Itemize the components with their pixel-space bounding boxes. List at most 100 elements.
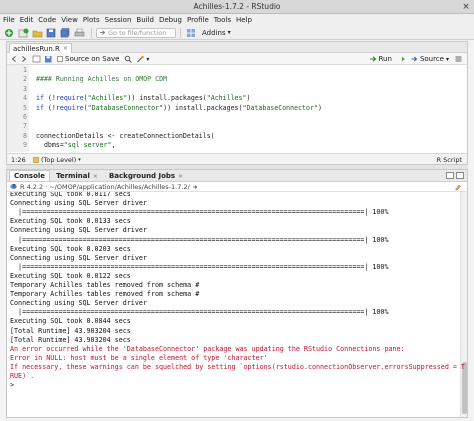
window-title: Achilles-1.7.2 - RStudio — [193, 2, 281, 11]
scope-icon — [33, 157, 39, 163]
pane-controls — [444, 172, 464, 179]
close-icon[interactable]: × — [178, 173, 183, 180]
source-button[interactable]: Source ▾ — [410, 55, 449, 63]
tab-background-jobs[interactable]: Background Jobs × — [104, 170, 188, 181]
save-icon[interactable] — [44, 55, 53, 63]
console-line: |=======================================… — [10, 308, 389, 317]
tab-terminal[interactable]: Terminal × — [51, 170, 103, 181]
code-text: if (!require("DatabaseConnector")) insta… — [36, 104, 322, 113]
console-error-line: An error occurred while the 'DatabaseCon… — [10, 344, 405, 353]
code-token: if — [36, 94, 44, 103]
code-token: "DatabaseConnector" — [87, 103, 164, 112]
editor-file-tab[interactable]: achillesRun.R × — [9, 43, 72, 53]
menu-edit[interactable]: Edit — [20, 16, 34, 24]
menu-file[interactable]: File — [3, 16, 15, 24]
print-icon[interactable] — [73, 27, 85, 38]
menu-debug[interactable]: Debug — [159, 16, 182, 24]
goto-file-input[interactable]: Go to file/function — [96, 27, 176, 38]
toolbar-separator — [180, 27, 181, 38]
code-token: "DatabaseConnector" — [242, 103, 318, 112]
grid-icon[interactable] — [185, 27, 197, 38]
go-to-directory-icon[interactable] — [192, 184, 198, 190]
menu-build[interactable]: Build — [136, 16, 154, 24]
window-close-button[interactable]: × — [461, 2, 471, 12]
console-line: Connecting using SQL Server driver — [10, 253, 147, 262]
code-text: if (!require("Achilles")) install.packag… — [36, 94, 250, 103]
console-line: Executing SQL took 0.0203 secs — [10, 244, 131, 253]
new-project-icon[interactable] — [17, 27, 29, 38]
line-number: 6 — [23, 113, 27, 121]
code-token: require — [55, 94, 84, 103]
code-token: )) install.packages( — [163, 103, 243, 112]
menu-code[interactable]: Code — [38, 16, 56, 24]
console-line: Executing SQL took 0.0122 secs — [10, 271, 131, 280]
line-number: 4 — [23, 94, 27, 103]
search-icon[interactable] — [124, 55, 133, 63]
code-token: if — [36, 103, 44, 112]
code-token: "Achilles" — [206, 94, 247, 103]
menu-tools[interactable]: Tools — [214, 16, 231, 24]
console-line: Temporary Achilles tables removed from s… — [10, 290, 200, 299]
code-token: "sql server" — [63, 141, 112, 150]
forward-arrow-icon[interactable] — [20, 55, 28, 63]
menu-session[interactable]: Session — [105, 16, 132, 24]
tab-label: Terminal — [56, 172, 90, 180]
source-on-save-label: Source on Save — [65, 55, 120, 63]
tab-console[interactable]: Console — [9, 170, 51, 181]
scope-label: (Top Level) — [41, 156, 77, 164]
console-line: Executing SQL took 0.0133 secs — [10, 217, 131, 226]
code-token: require — [55, 103, 84, 112]
minimize-pane-icon[interactable] — [446, 172, 454, 179]
show-in-window-icon[interactable] — [32, 55, 41, 63]
save-all-icon[interactable] — [59, 27, 71, 38]
save-icon[interactable] — [45, 27, 57, 38]
line-number: 7 — [23, 122, 27, 131]
console-line: |=======================================… — [10, 262, 389, 271]
line-number: 2 — [23, 75, 27, 84]
outline-icon[interactable] — [454, 55, 463, 63]
working-directory[interactable]: ~/OMOP/application/Achilles/Achilles-1.7… — [49, 183, 190, 191]
code-token: )) install.packages( — [127, 94, 207, 103]
addins-label: Addins — [202, 28, 226, 37]
code-token: #### Running Achilles on OMOP CDM — [36, 75, 168, 84]
console-tab-bar: Console Terminal × Background Jobs × — [7, 170, 467, 182]
back-arrow-icon[interactable] — [10, 55, 18, 63]
menu-view[interactable]: View — [61, 16, 78, 24]
open-file-icon[interactable] — [31, 27, 43, 38]
run-arrow-icon — [369, 56, 376, 62]
code-editor[interactable]: 1 2 #### Running Achilles on OMOP CDM 3 4 if … — [7, 65, 467, 152]
goto-arrow-icon — [100, 30, 106, 35]
scope-selector[interactable]: (Top Level) ▾ — [33, 156, 81, 164]
source-on-save-checkbox[interactable] — [57, 56, 63, 62]
chevron-down-icon: ▾ — [445, 55, 449, 63]
close-icon[interactable]: × — [63, 45, 68, 52]
code-token: connectionDetails <- createConnectionDet… — [36, 131, 215, 140]
console-output[interactable]: Executing SQL took 0.0117 secs Connecting… — [7, 192, 467, 417]
window-titlebar: Achilles-1.7.2 - RStudio × — [0, 0, 474, 14]
run-label: Run — [378, 55, 392, 63]
addins-menu[interactable]: Addins ▾ — [202, 29, 231, 37]
code-tools-icon[interactable] — [136, 55, 145, 63]
line-number: 9 — [23, 141, 27, 150]
new-file-icon[interactable] — [3, 27, 15, 38]
menu-help[interactable]: Help — [236, 16, 252, 24]
menu-plots[interactable]: Plots — [83, 16, 100, 24]
file-type-selector[interactable]: R Script — [437, 156, 462, 164]
console-pane: Console Terminal × Background Jobs × R R 4.2… — [6, 169, 468, 418]
close-icon[interactable]: × — [93, 173, 98, 180]
source-arrow-icon — [411, 56, 418, 62]
main-toolbar: Go to file/function Addins ▾ — [0, 26, 474, 40]
menu-bar: File Edit Code View Plots Session Build Debug Pr… — [0, 14, 474, 26]
source-editor-pane: achillesRun.R × Source on Save ▾ Run Sou… — [6, 41, 468, 165]
line-number: 8 — [23, 131, 27, 140]
rerun-icon[interactable] — [397, 55, 406, 63]
maximize-pane-icon[interactable] — [456, 172, 464, 179]
source-label: Source — [419, 55, 444, 63]
code-token: "Achilles" — [87, 94, 128, 103]
console-scrollbar[interactable] — [460, 192, 467, 417]
tab-label: Console — [14, 172, 46, 180]
code-token: (! — [43, 103, 56, 112]
run-button[interactable]: Run — [369, 55, 392, 63]
clear-console-icon[interactable] — [454, 183, 462, 191]
menu-profile[interactable]: Profile — [187, 16, 209, 24]
